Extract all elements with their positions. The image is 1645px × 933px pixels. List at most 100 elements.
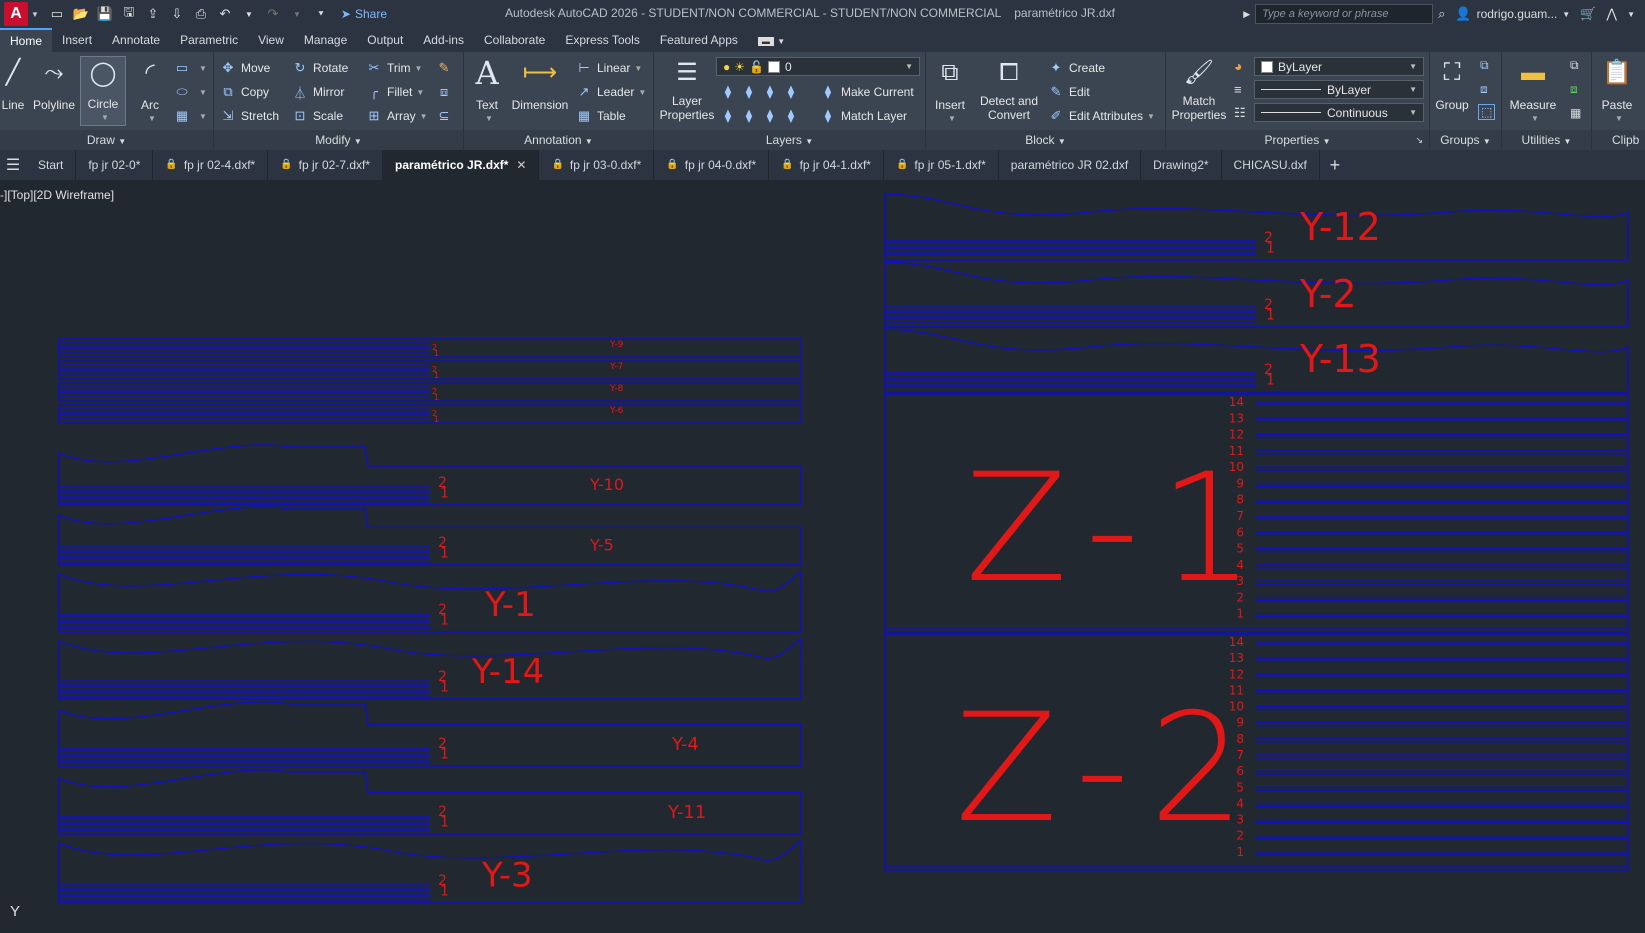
scale-tool[interactable]: ⊡ Scale bbox=[292, 106, 343, 126]
chevron-down-icon[interactable]: ▼ bbox=[1615, 112, 1623, 126]
edit-block-button[interactable]: ✎ Edit bbox=[1048, 82, 1090, 102]
match-layer-button[interactable]: ⧫ Match Layer bbox=[820, 106, 907, 126]
new-tab-icon[interactable]: + bbox=[1320, 155, 1350, 176]
file-tab[interactable]: 🔒 fp jr 02-7.dxf* bbox=[268, 150, 384, 180]
open-file-icon[interactable]: 📂 bbox=[72, 5, 90, 23]
plot-icon[interactable]: ⎙ bbox=[192, 5, 210, 23]
mirror-tool[interactable]: ⏃ Mirror bbox=[292, 82, 344, 102]
line-tool[interactable]: ╱ Line bbox=[0, 56, 26, 113]
fillet-tool[interactable]: ╭ Fillet ▼ bbox=[366, 82, 424, 102]
copy-tool[interactable]: ⧉ Copy bbox=[220, 82, 269, 102]
ribbon-tab-parametric[interactable]: Parametric bbox=[170, 28, 248, 52]
open-from-web-icon[interactable]: ⇪ bbox=[144, 5, 162, 23]
linear-dimension-tool[interactable]: ⊢ Linear ▼ bbox=[576, 58, 642, 78]
menu-icon[interactable]: ☰ bbox=[0, 155, 26, 175]
ribbon-tab-annotate[interactable]: Annotate bbox=[102, 28, 170, 52]
chevron-down-icon[interactable]: ▼ bbox=[416, 88, 424, 97]
file-tab[interactable]: Start bbox=[26, 150, 77, 180]
drawing-svg[interactable]: 21Y-921Y-721Y-821Y-621 Y-1021 Y-521 Y-121 Y-… bbox=[0, 180, 1645, 933]
user-account-name[interactable]: rodrigo.guam... bbox=[1477, 7, 1558, 21]
application-menu-button[interactable]: A bbox=[4, 2, 28, 26]
group-selection-icon[interactable]: ⬚ bbox=[1478, 104, 1496, 120]
properties-panel-title[interactable]: Properties ▼ ↘ bbox=[1166, 130, 1429, 150]
ribbon-tab-manage[interactable]: Manage bbox=[294, 28, 357, 52]
groups-panel-title[interactable]: Groups ▼ bbox=[1430, 130, 1501, 150]
detect-and-convert-tool[interactable]: ⧠ Detect and Convert bbox=[974, 56, 1044, 123]
drawing-canvas[interactable]: -][Top][2D Wireframe] 2 1 Y-9 2 1 Y-7 2 1 Y-8 2 1 Y… bbox=[0, 180, 1645, 933]
chevron-down-icon[interactable]: ▼ bbox=[948, 112, 956, 126]
layer-dropdown[interactable]: ● ☀ 🔓 0 ▼ bbox=[716, 57, 920, 76]
save-to-web-icon[interactable]: ⇩ bbox=[168, 5, 186, 23]
ribbon-tab-insert[interactable]: Insert bbox=[52, 28, 102, 52]
ribbon-tab-add-ins[interactable]: Add-ins bbox=[413, 28, 474, 52]
chevron-down-icon[interactable]: ▼ bbox=[148, 112, 156, 126]
chevron-down-icon[interactable]: ▼ bbox=[1531, 112, 1539, 126]
array-tool[interactable]: ⊞ Array ▼ bbox=[366, 106, 428, 126]
calculator-icon[interactable]: ▦ bbox=[1570, 106, 1581, 120]
leader-tool[interactable]: ↗ Leader ▼ bbox=[576, 82, 647, 102]
cart-icon[interactable]: 🛒 bbox=[1580, 6, 1596, 22]
chevron-down-icon[interactable]: ▼ bbox=[199, 64, 207, 73]
chevron-down-icon[interactable]: ▼ bbox=[634, 64, 642, 73]
file-tab[interactable]: paramétrico JR.dxf* ✕ bbox=[383, 150, 540, 180]
quick-select-icon[interactable]: ⧉ bbox=[1570, 58, 1579, 73]
new-file-icon[interactable]: ▭ bbox=[48, 5, 66, 23]
explode-tool[interactable]: ⧈ bbox=[436, 82, 457, 102]
block-panel-title[interactable]: Block ▼ bbox=[926, 130, 1165, 150]
modify-panel-title[interactable]: Modify ▼ bbox=[214, 130, 463, 150]
ellipse-tool[interactable]: ⬭ ▼ bbox=[174, 82, 207, 102]
file-tab[interactable]: 🔒 fp jr 05-1.dxf* bbox=[884, 150, 999, 180]
rotate-tool[interactable]: ↻ Rotate bbox=[292, 58, 349, 78]
paste-tool[interactable]: 📋 Paste ▼ bbox=[1596, 56, 1638, 126]
dimension-tool[interactable]: ⟼ Dimension bbox=[508, 56, 572, 113]
file-tab[interactable]: fp jr 02-0* bbox=[76, 150, 154, 180]
chevron-down-icon[interactable]: ▼ bbox=[638, 88, 646, 97]
draw-panel-title[interactable]: Draw ▼ bbox=[0, 130, 213, 150]
table-tool[interactable]: ▦ Table bbox=[576, 106, 626, 126]
chevron-down-icon[interactable]: ▼ bbox=[199, 88, 207, 97]
chevron-down-icon[interactable]: ▼ bbox=[485, 112, 493, 126]
redo-icon[interactable]: ↷ bbox=[264, 5, 282, 23]
save-icon[interactable]: 💾 bbox=[96, 5, 114, 23]
select-all-icon[interactable]: ⧈ bbox=[1570, 82, 1578, 97]
file-tab[interactable]: 🔒 fp jr 03-0.dxf* bbox=[539, 150, 655, 180]
stretch-tool[interactable]: ⇲ Stretch bbox=[220, 106, 279, 126]
ribbon-tab-collaborate[interactable]: Collaborate bbox=[474, 28, 555, 52]
edit-attributes-button[interactable]: ✐ Edit Attributes ▼ bbox=[1048, 106, 1155, 126]
share-button[interactable]: ➤ Share bbox=[341, 7, 387, 21]
ribbon-tab-featured-apps[interactable]: Featured Apps bbox=[650, 28, 748, 52]
ungroup-icon[interactable]: ⧉ bbox=[1480, 58, 1489, 73]
trim-tool[interactable]: ✂ Trim ▼ bbox=[366, 58, 423, 78]
chevron-down-icon[interactable]: ▼ bbox=[199, 112, 207, 121]
utilities-panel-title[interactable]: Utilities ▼ bbox=[1502, 130, 1591, 150]
move-tool[interactable]: ✥ Move bbox=[220, 58, 271, 78]
layer-tools-row-1[interactable]: ⧫ ⧫ ⧫ ⧫ bbox=[720, 82, 804, 102]
ribbon-tab-output[interactable]: Output bbox=[357, 28, 413, 52]
group-edit-icon[interactable]: ⧈ bbox=[1480, 82, 1488, 97]
customize-toolbar-icon[interactable]: ⯆ bbox=[312, 5, 330, 23]
help-search-input[interactable]: Type a keyword or phrase bbox=[1255, 4, 1434, 24]
polyline-tool[interactable]: ⤳ Polyline bbox=[30, 56, 78, 113]
rectangle-tool[interactable]: ▭ ▼ bbox=[174, 58, 207, 78]
file-tab[interactable]: CHICASU.dxf bbox=[1222, 150, 1320, 180]
file-tab[interactable]: paramétrico JR 02.dxf bbox=[999, 150, 1142, 180]
file-tab[interactable]: Drawing2* bbox=[1141, 150, 1222, 180]
chevron-down-icon[interactable]: ▼ bbox=[101, 111, 109, 125]
file-tab[interactable]: 🔒 fp jr 04-1.dxf* bbox=[769, 150, 884, 180]
dialog-launcher-icon[interactable]: ↘ bbox=[1415, 130, 1423, 150]
hatch-tool[interactable]: ▦ ▼ bbox=[174, 106, 207, 126]
chevron-down-icon[interactable]: ▼ bbox=[31, 10, 39, 19]
linetype-dropdown[interactable]: Continuous ▼ bbox=[1254, 103, 1424, 122]
user-icon[interactable]: 👤 bbox=[1455, 6, 1471, 22]
undo-icon[interactable]: ↶ bbox=[216, 5, 234, 23]
undo-dropdown-icon[interactable]: ▼ bbox=[240, 5, 258, 23]
circle-tool[interactable]: ◯ Circle ▼ bbox=[80, 56, 126, 126]
make-current-button[interactable]: ⧫ Make Current bbox=[820, 82, 914, 102]
layer-properties-tool[interactable]: ☰ Layer Properties bbox=[656, 56, 718, 123]
annotation-panel-title[interactable]: Annotation ▼ bbox=[464, 130, 653, 150]
save-as-icon[interactable]: 🖫 bbox=[120, 4, 138, 23]
file-tab[interactable]: 🔒 fp jr 04-0.dxf* bbox=[654, 150, 770, 180]
expand-arrow-icon[interactable]: ▶ bbox=[1243, 9, 1250, 20]
ribbon-tab-express-tools[interactable]: Express Tools bbox=[555, 28, 649, 52]
chevron-down-icon[interactable]: ▼ bbox=[1147, 112, 1155, 121]
